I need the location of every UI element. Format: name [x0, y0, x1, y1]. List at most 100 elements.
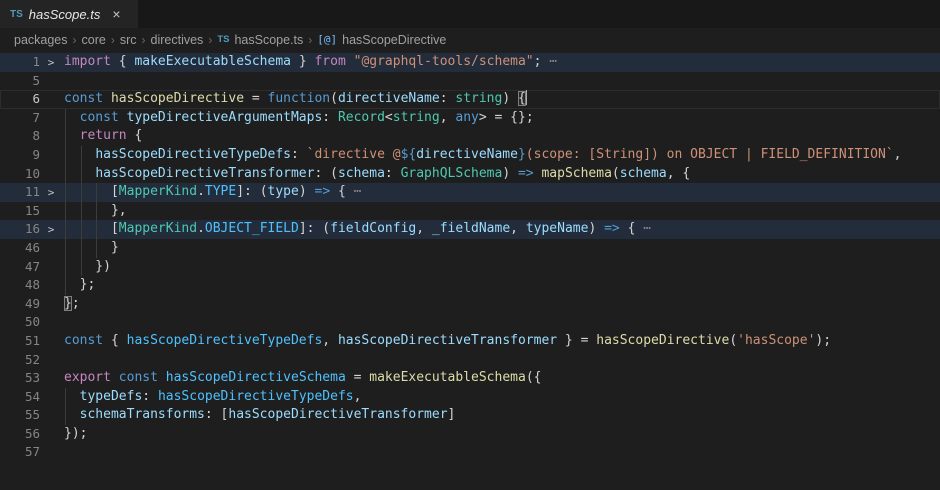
- indent-guide: [65, 146, 66, 165]
- code-token: schema: [620, 166, 667, 181]
- breadcrumb-core[interactable]: core: [82, 33, 106, 47]
- code-line[interactable]: 48 };: [0, 276, 940, 295]
- code-line[interactable]: 9 hasScopeDirectiveTypeDefs: `directive …: [0, 146, 940, 165]
- gutter: 7: [0, 109, 64, 129]
- line-number: 53: [0, 369, 40, 388]
- code-token: mapSchema: [541, 166, 611, 181]
- code-token: ]: (: [299, 221, 330, 236]
- code-token: (: [330, 91, 338, 106]
- breadcrumb-symbol[interactable]: hasScopeDirective: [342, 33, 446, 47]
- breadcrumb-separator-icon: ›: [109, 33, 117, 47]
- code-token: hasScopeDirectiveTransformer: [338, 333, 557, 348]
- code-token: [64, 389, 80, 404]
- code-token: [64, 407, 80, 422]
- code-token: [: [64, 221, 119, 236]
- code-line[interactable]: 53export const hasScopeDirectiveSchema =…: [0, 369, 940, 388]
- code-token: {: [620, 221, 643, 236]
- code-token: ,: [322, 333, 338, 348]
- indent-guide: [65, 388, 66, 407]
- code-editor[interactable]: 1>import { makeExecutableSchema } from "…: [0, 51, 940, 462]
- fold-chevron-icon[interactable]: >: [40, 221, 62, 240]
- gutter: 10: [0, 165, 64, 185]
- code-token: });: [64, 426, 87, 441]
- code-token: =: [346, 370, 369, 385]
- indent-guide: [81, 239, 82, 258]
- tab-title: hasScope.ts: [29, 7, 101, 22]
- code-line[interactable]: 16> [MapperKind.OBJECT_FIELD]: (fieldCon…: [0, 220, 940, 239]
- fold-chevron-icon[interactable]: >: [40, 184, 62, 203]
- line-number: 57: [0, 443, 40, 462]
- code-token: [64, 110, 80, 125]
- code-token: TYPE: [205, 184, 236, 199]
- code-token: : [: [205, 407, 228, 422]
- breadcrumb-directives[interactable]: directives: [151, 33, 204, 47]
- indent-guide: [65, 183, 66, 202]
- code-line[interactable]: 55 schemaTransforms: [hasScopeDirectiveT…: [0, 406, 940, 425]
- folded-code-ellipsis[interactable]: ⋯: [549, 54, 557, 69]
- breadcrumb-separator-icon: ›: [206, 33, 214, 47]
- code-token: ): [502, 166, 518, 181]
- breadcrumb-file[interactable]: hasScope.ts: [234, 33, 303, 47]
- close-tab-icon[interactable]: ×: [112, 7, 120, 21]
- code-token: MapperKind: [119, 184, 197, 199]
- code-token: string: [393, 110, 440, 125]
- breadcrumb: packages › core › src › directives › TS …: [0, 28, 940, 51]
- fold-chevron-icon[interactable]: >: [40, 54, 62, 73]
- code-token: hasScopeDirective: [596, 333, 729, 348]
- code-line[interactable]: 10 hasScopeDirectiveTransformer: (schema…: [0, 165, 940, 184]
- line-number: 56: [0, 425, 40, 444]
- code-line[interactable]: 51const { hasScopeDirectiveTypeDefs, has…: [0, 332, 940, 351]
- code-line[interactable]: 11> [MapperKind.TYPE]: (type) => { ⋯: [0, 183, 940, 202]
- code-line[interactable]: 5: [0, 72, 940, 91]
- code-line[interactable]: 46 }: [0, 239, 940, 258]
- code-line[interactable]: 49};: [0, 295, 940, 314]
- code-token: 'hasScope': [737, 333, 815, 348]
- gutter: 46: [0, 239, 64, 259]
- code-line[interactable]: 56});: [0, 425, 940, 444]
- folded-code-ellipsis[interactable]: ⋯: [354, 184, 362, 199]
- line-number: 9: [0, 146, 40, 165]
- code-line[interactable]: 6const hasScopeDirective = function(dire…: [0, 90, 940, 109]
- code-token: ,: [416, 221, 432, 236]
- code-token: ${: [401, 147, 417, 162]
- gutter: 5: [0, 72, 64, 92]
- breadcrumb-src[interactable]: src: [120, 33, 137, 47]
- code-token: fieldConfig: [330, 221, 416, 236]
- code-token: ({: [526, 370, 542, 385]
- folded-code-ellipsis[interactable]: ⋯: [643, 221, 651, 236]
- code-token: [158, 370, 166, 385]
- code-token: const: [64, 333, 103, 348]
- code-token: function: [268, 91, 331, 106]
- code-line[interactable]: 57: [0, 443, 940, 462]
- gutter: 15: [0, 202, 64, 222]
- indent-guide: [81, 146, 82, 165]
- code-line[interactable]: 50: [0, 313, 940, 332]
- code-line[interactable]: 8 return {: [0, 127, 940, 146]
- code-token: ,: [440, 110, 456, 125]
- breadcrumb-packages[interactable]: packages: [14, 33, 68, 47]
- code-line[interactable]: 47 }): [0, 258, 940, 277]
- code-token: {: [103, 333, 126, 348]
- code-token: }: [64, 240, 119, 255]
- code-token: :: [385, 166, 401, 181]
- gutter: 16>: [0, 220, 64, 240]
- code-token: },: [64, 203, 127, 218]
- tab-hasscope[interactable]: TS hasScope.ts ×: [0, 0, 138, 28]
- code-token: const: [80, 110, 119, 125]
- code-token: Record: [338, 110, 385, 125]
- indent-guide: [65, 258, 66, 277]
- code-token: from: [314, 54, 345, 69]
- code-token: [64, 147, 95, 162]
- indent-guide: [65, 239, 66, 258]
- code-token: (: [729, 333, 737, 348]
- code-line[interactable]: 15 },: [0, 202, 940, 221]
- code-line[interactable]: 1>import { makeExecutableSchema } from "…: [0, 53, 940, 72]
- code-line[interactable]: 54 typeDefs: hasScopeDirectiveTypeDefs,: [0, 388, 940, 407]
- line-number: 7: [0, 109, 40, 128]
- code-line[interactable]: 7 const typeDirectiveArgumentMaps: Recor…: [0, 109, 940, 128]
- code-line[interactable]: 52: [0, 351, 940, 370]
- gutter: 56: [0, 425, 64, 445]
- gutter: 52: [0, 351, 64, 371]
- code-token: {: [518, 91, 526, 106]
- gutter: 49: [0, 295, 64, 315]
